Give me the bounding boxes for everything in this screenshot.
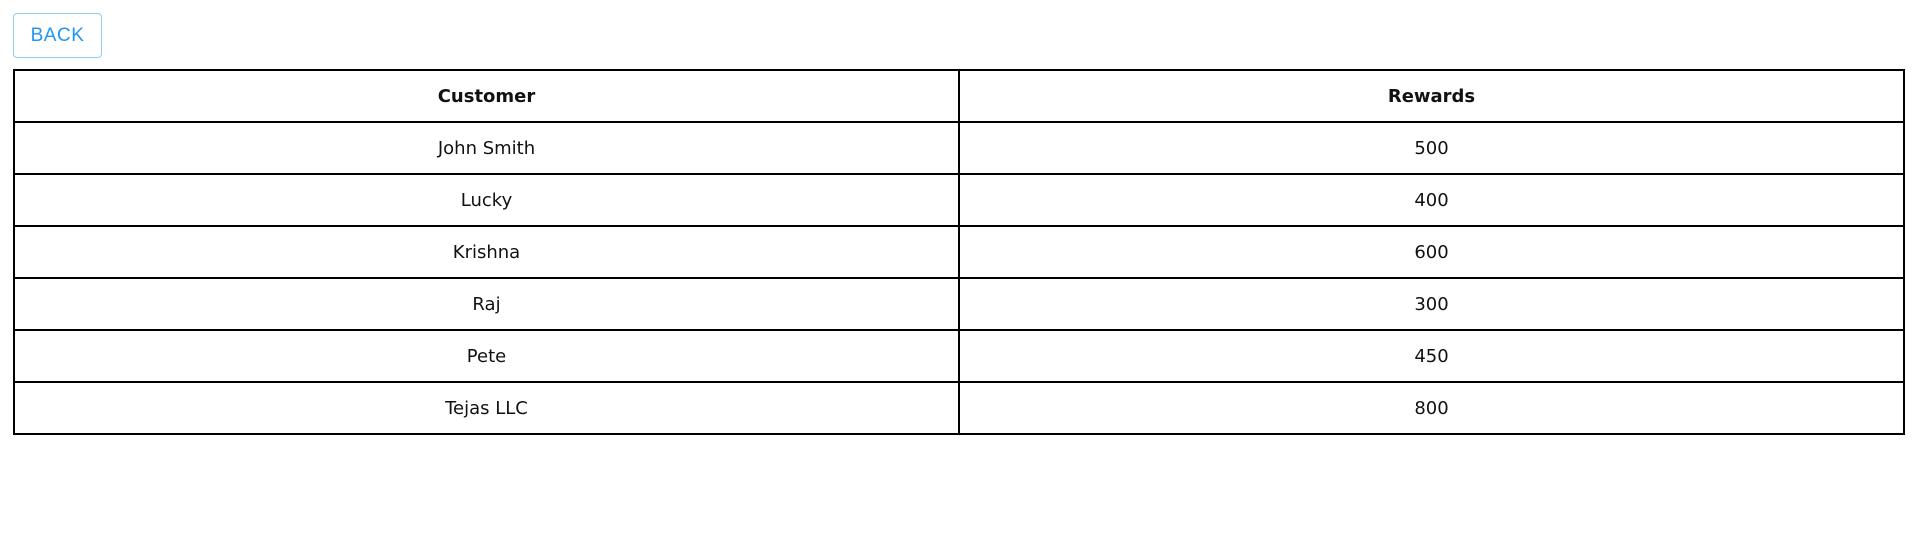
table-row: Raj 300 — [13, 277, 1905, 331]
table-body: John Smith 500 Lucky 400 Krishna 600 Raj… — [13, 121, 1905, 435]
table-row: Lucky 400 — [13, 173, 1905, 227]
rewards-cell: 800 — [958, 381, 1905, 435]
table-row: Pete 450 — [13, 329, 1905, 383]
table-row: Tejas LLC 800 — [13, 381, 1905, 435]
rewards-table-container: Customer Rewards John Smith 500 Lucky 40… — [13, 69, 1905, 435]
table-header: Customer Rewards — [13, 69, 1905, 123]
rewards-cell: 450 — [958, 329, 1905, 383]
rewards-cell: 500 — [958, 121, 1905, 175]
rewards-cell: 600 — [958, 225, 1905, 279]
rewards-cell: 300 — [958, 277, 1905, 331]
customer-cell: Raj — [13, 277, 960, 331]
customer-cell: Krishna — [13, 225, 960, 279]
back-button[interactable]: BACK — [13, 13, 102, 58]
table-row: Krishna 600 — [13, 225, 1905, 279]
column-header-customer: Customer — [13, 69, 960, 123]
rewards-cell: 400 — [958, 173, 1905, 227]
customer-cell: John Smith — [13, 121, 960, 175]
column-header-rewards: Rewards — [958, 69, 1905, 123]
table-row: John Smith 500 — [13, 121, 1905, 175]
rewards-table: Customer Rewards John Smith 500 Lucky 40… — [13, 69, 1905, 435]
customer-cell: Pete — [13, 329, 960, 383]
customer-cell: Lucky — [13, 173, 960, 227]
customer-cell: Tejas LLC — [13, 381, 960, 435]
table-header-row: Customer Rewards — [13, 69, 1905, 123]
page: BACK Customer Rewards John Smith 500 Luc… — [0, 0, 1912, 543]
